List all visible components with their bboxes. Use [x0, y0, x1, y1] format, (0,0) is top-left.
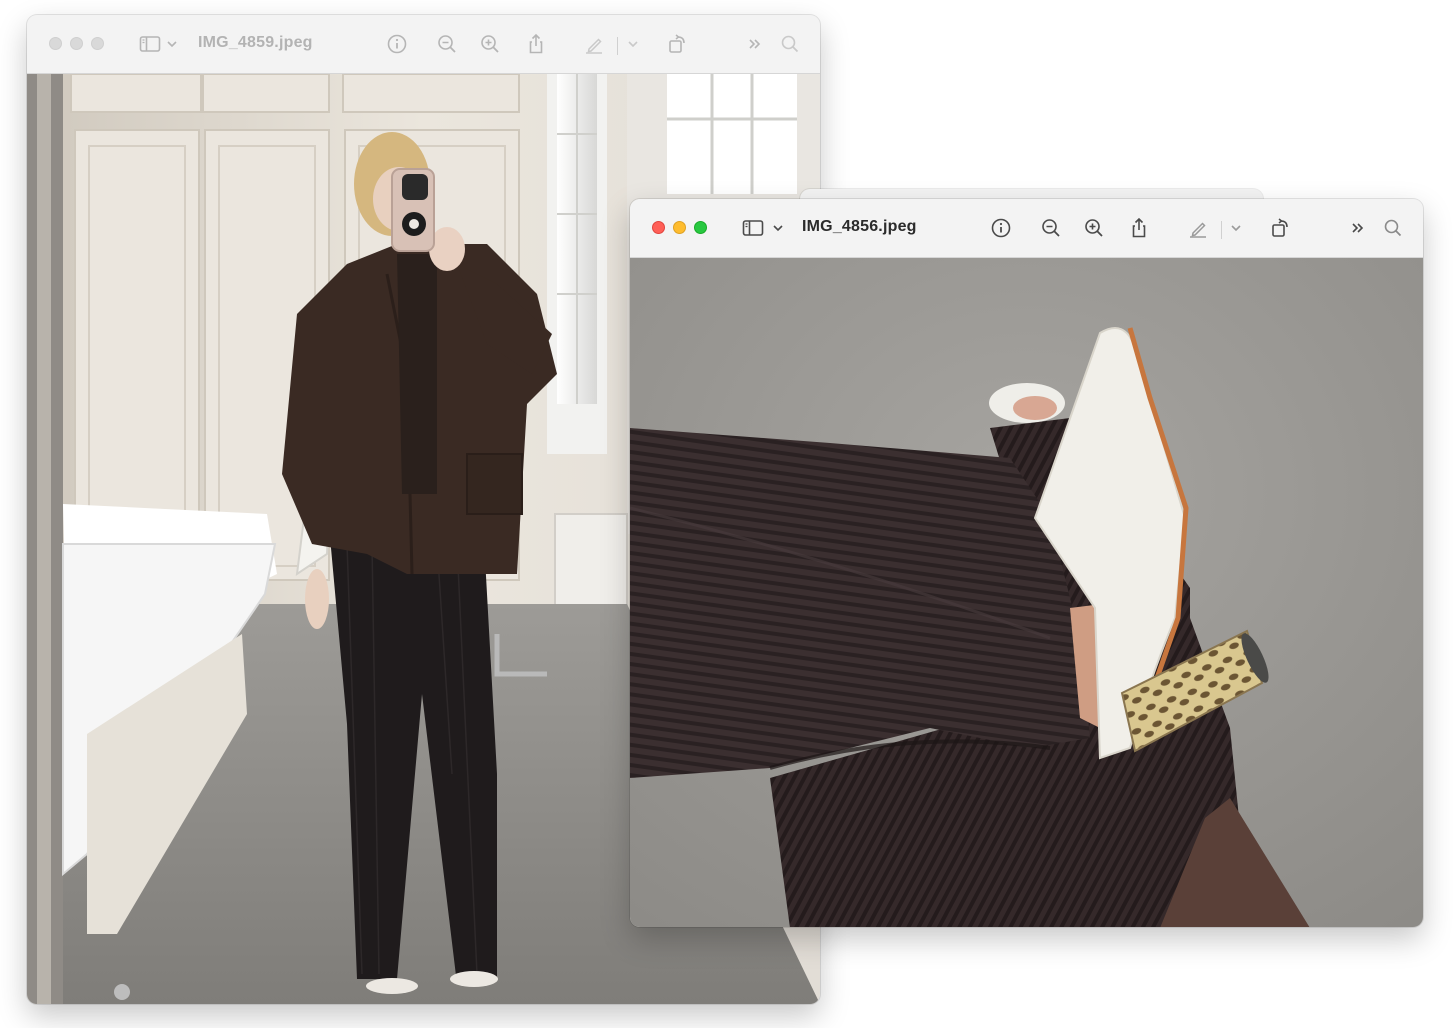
markup-pen-icon[interactable] — [1185, 215, 1211, 241]
more-icon[interactable] — [742, 31, 768, 57]
traffic-lights — [652, 221, 707, 234]
zoom-in-icon[interactable] — [1081, 215, 1107, 241]
close-button[interactable] — [49, 37, 62, 50]
zoom-in-icon[interactable] — [477, 31, 503, 57]
share-icon[interactable] — [523, 31, 549, 57]
minimize-button[interactable] — [673, 221, 686, 234]
info-icon[interactable] — [384, 31, 410, 57]
info-icon[interactable] — [988, 215, 1014, 241]
zoom-button[interactable] — [91, 37, 104, 50]
zoom-out-icon[interactable] — [434, 31, 460, 57]
window-title: IMG_4856.jpeg — [802, 218, 917, 235]
sidebar-icon[interactable] — [137, 31, 163, 57]
chevron-down-icon[interactable] — [625, 31, 641, 57]
toolbar-separator — [1221, 221, 1222, 239]
markup-pen-icon[interactable] — [581, 31, 607, 57]
chevron-down-icon[interactable] — [1228, 215, 1244, 241]
search-icon[interactable] — [1380, 215, 1406, 241]
close-button[interactable] — [652, 221, 665, 234]
minimize-button[interactable] — [70, 37, 83, 50]
zoom-button[interactable] — [694, 221, 707, 234]
more-icon[interactable] — [1345, 215, 1371, 241]
chevron-down-icon[interactable] — [164, 31, 180, 57]
share-icon[interactable] — [1126, 215, 1152, 241]
image-view[interactable] — [630, 258, 1423, 927]
preview-window-front[interactable]: IMG_4856.jpeg — [630, 199, 1423, 927]
traffic-lights — [49, 37, 104, 50]
search-icon[interactable] — [777, 31, 803, 57]
window-titlebar[interactable]: IMG_4856.jpeg — [630, 199, 1423, 258]
toolbar-separator — [617, 37, 618, 55]
chevron-down-icon[interactable] — [770, 215, 786, 241]
sidebar-icon[interactable] — [740, 215, 766, 241]
corduroy-heel-photo — [630, 258, 1423, 927]
window-title: IMG_4859.jpeg — [198, 34, 313, 51]
rotate-icon[interactable] — [1268, 215, 1294, 241]
zoom-out-icon[interactable] — [1038, 215, 1064, 241]
window-titlebar[interactable]: IMG_4859.jpeg — [27, 15, 820, 74]
rotate-icon[interactable] — [665, 31, 691, 57]
